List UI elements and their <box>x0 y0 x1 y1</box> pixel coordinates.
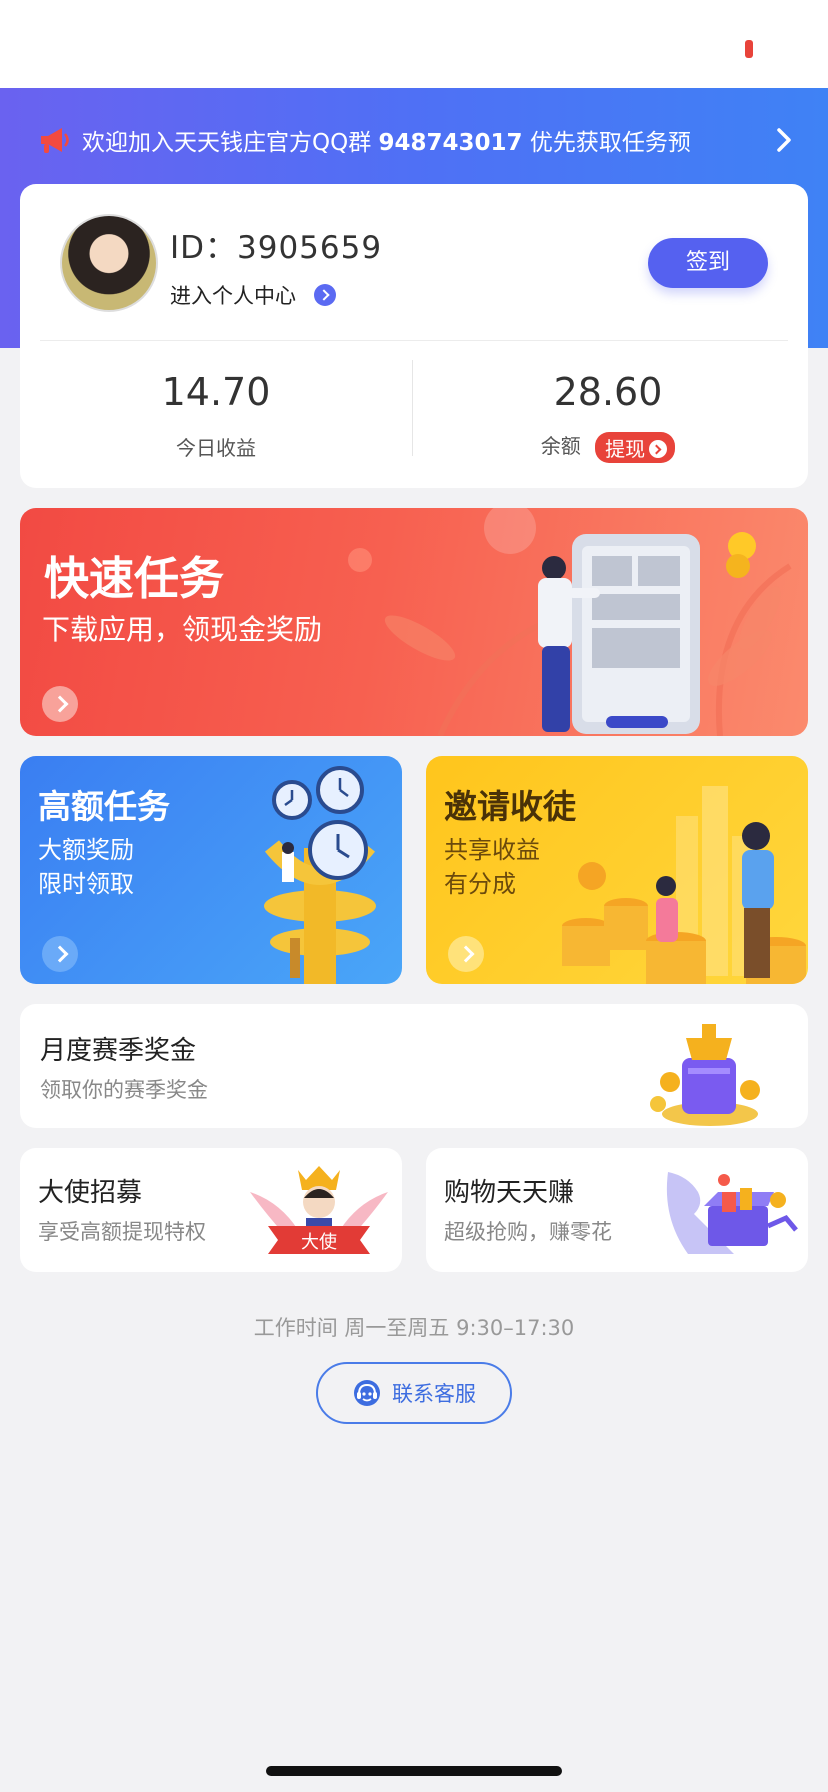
divider <box>412 360 413 456</box>
chevron-right-icon[interactable] <box>42 936 78 972</box>
season-subtitle: 领取你的赛季奖金 <box>40 1078 208 1102</box>
ambassador-ribbon-label: 大使 <box>301 1232 337 1253</box>
fast-task-banner[interactable]: 快速任务 下载应用，领现金奖励 <box>20 508 808 736</box>
contact-service-label: 联系客服 <box>392 1382 476 1406</box>
personal-center-link[interactable]: 进入个人中心 <box>170 280 336 310</box>
fast-task-title: 快速任务 <box>44 552 225 605</box>
balance-value: 28.60 <box>553 370 663 414</box>
personal-center-label: 进入个人中心 <box>170 284 296 308</box>
notice-bar[interactable]: 欢迎加入天天钱庄官方QQ群 948743017 优先获取任务预 <box>38 120 798 160</box>
notice-text: 欢迎加入天天钱庄官方QQ群 948743017 优先获取任务预 <box>82 130 691 156</box>
profile-card: ID：3905659 进入个人中心 签到 14.70 今日收益 28.60 余额… <box>20 184 808 488</box>
chevron-right-icon[interactable] <box>448 936 484 972</box>
work-hours: 工作时间 周一至周五 9:30–17:30 <box>253 1316 575 1340</box>
balance-label: 余额 <box>540 434 581 458</box>
status-bar <box>0 0 828 88</box>
withdraw-label: 提现 <box>605 437 646 461</box>
shopping-card[interactable]: 购物天天赚 超级抢购，赚零花 <box>426 1148 808 1272</box>
high-task-tile[interactable]: 高额任务 大额奖励 限时领取 <box>20 756 402 984</box>
balance-row: 余额 提现 <box>458 430 758 463</box>
today-earnings-value: 14.70 <box>161 370 271 414</box>
shopping-subtitle: 超级抢购，赚零花 <box>444 1220 612 1244</box>
chevron-right-icon[interactable] <box>770 126 798 154</box>
invite-line1: 共享收益 <box>444 836 540 864</box>
season-bonus-card[interactable]: 月度赛季奖金 领取你的赛季奖金 <box>20 1004 808 1128</box>
chevron-circle-icon <box>314 284 336 306</box>
invite-line2: 有分成 <box>444 870 516 898</box>
ambassador-card[interactable]: 大使招募 享受高额提现特权 大使 <box>20 1148 402 1272</box>
season-title: 月度赛季奖金 <box>40 1036 197 1066</box>
home-indicator <box>266 1766 562 1776</box>
recording-indicator <box>745 40 753 58</box>
fast-task-subtitle: 下载应用，领现金奖励 <box>42 613 323 646</box>
ambassador-title: 大使招募 <box>38 1178 143 1208</box>
trophy-illustration <box>650 1024 760 1126</box>
invite-title: 邀请收徒 <box>444 787 576 826</box>
shopping-title: 购物天天赚 <box>444 1178 575 1208</box>
high-task-title: 高额任务 <box>38 787 170 826</box>
divider <box>40 340 788 341</box>
ambassador-illustration: 大使 <box>250 1166 388 1254</box>
megaphone-icon <box>41 128 69 153</box>
signin-button[interactable]: 签到 <box>648 238 768 288</box>
ambassador-subtitle: 享受高额提现特权 <box>38 1220 206 1244</box>
chevron-circle-icon <box>649 440 668 458</box>
contact-service-button[interactable]: 联系客服 <box>316 1362 512 1424</box>
shopping-illustration <box>666 1172 798 1254</box>
avatar[interactable] <box>60 214 158 312</box>
customer-service-icon <box>354 1380 380 1406</box>
withdraw-button[interactable]: 提现 <box>595 432 676 463</box>
high-task-line1: 大额奖励 <box>38 836 134 864</box>
today-earnings-label: 今日收益 <box>176 436 256 460</box>
user-id: ID：3905659 <box>170 230 383 266</box>
invite-tile[interactable]: 邀请收徒 共享收益 有分成 <box>426 756 808 984</box>
chevron-right-icon[interactable] <box>42 686 78 722</box>
high-task-line2: 限时领取 <box>38 870 134 898</box>
